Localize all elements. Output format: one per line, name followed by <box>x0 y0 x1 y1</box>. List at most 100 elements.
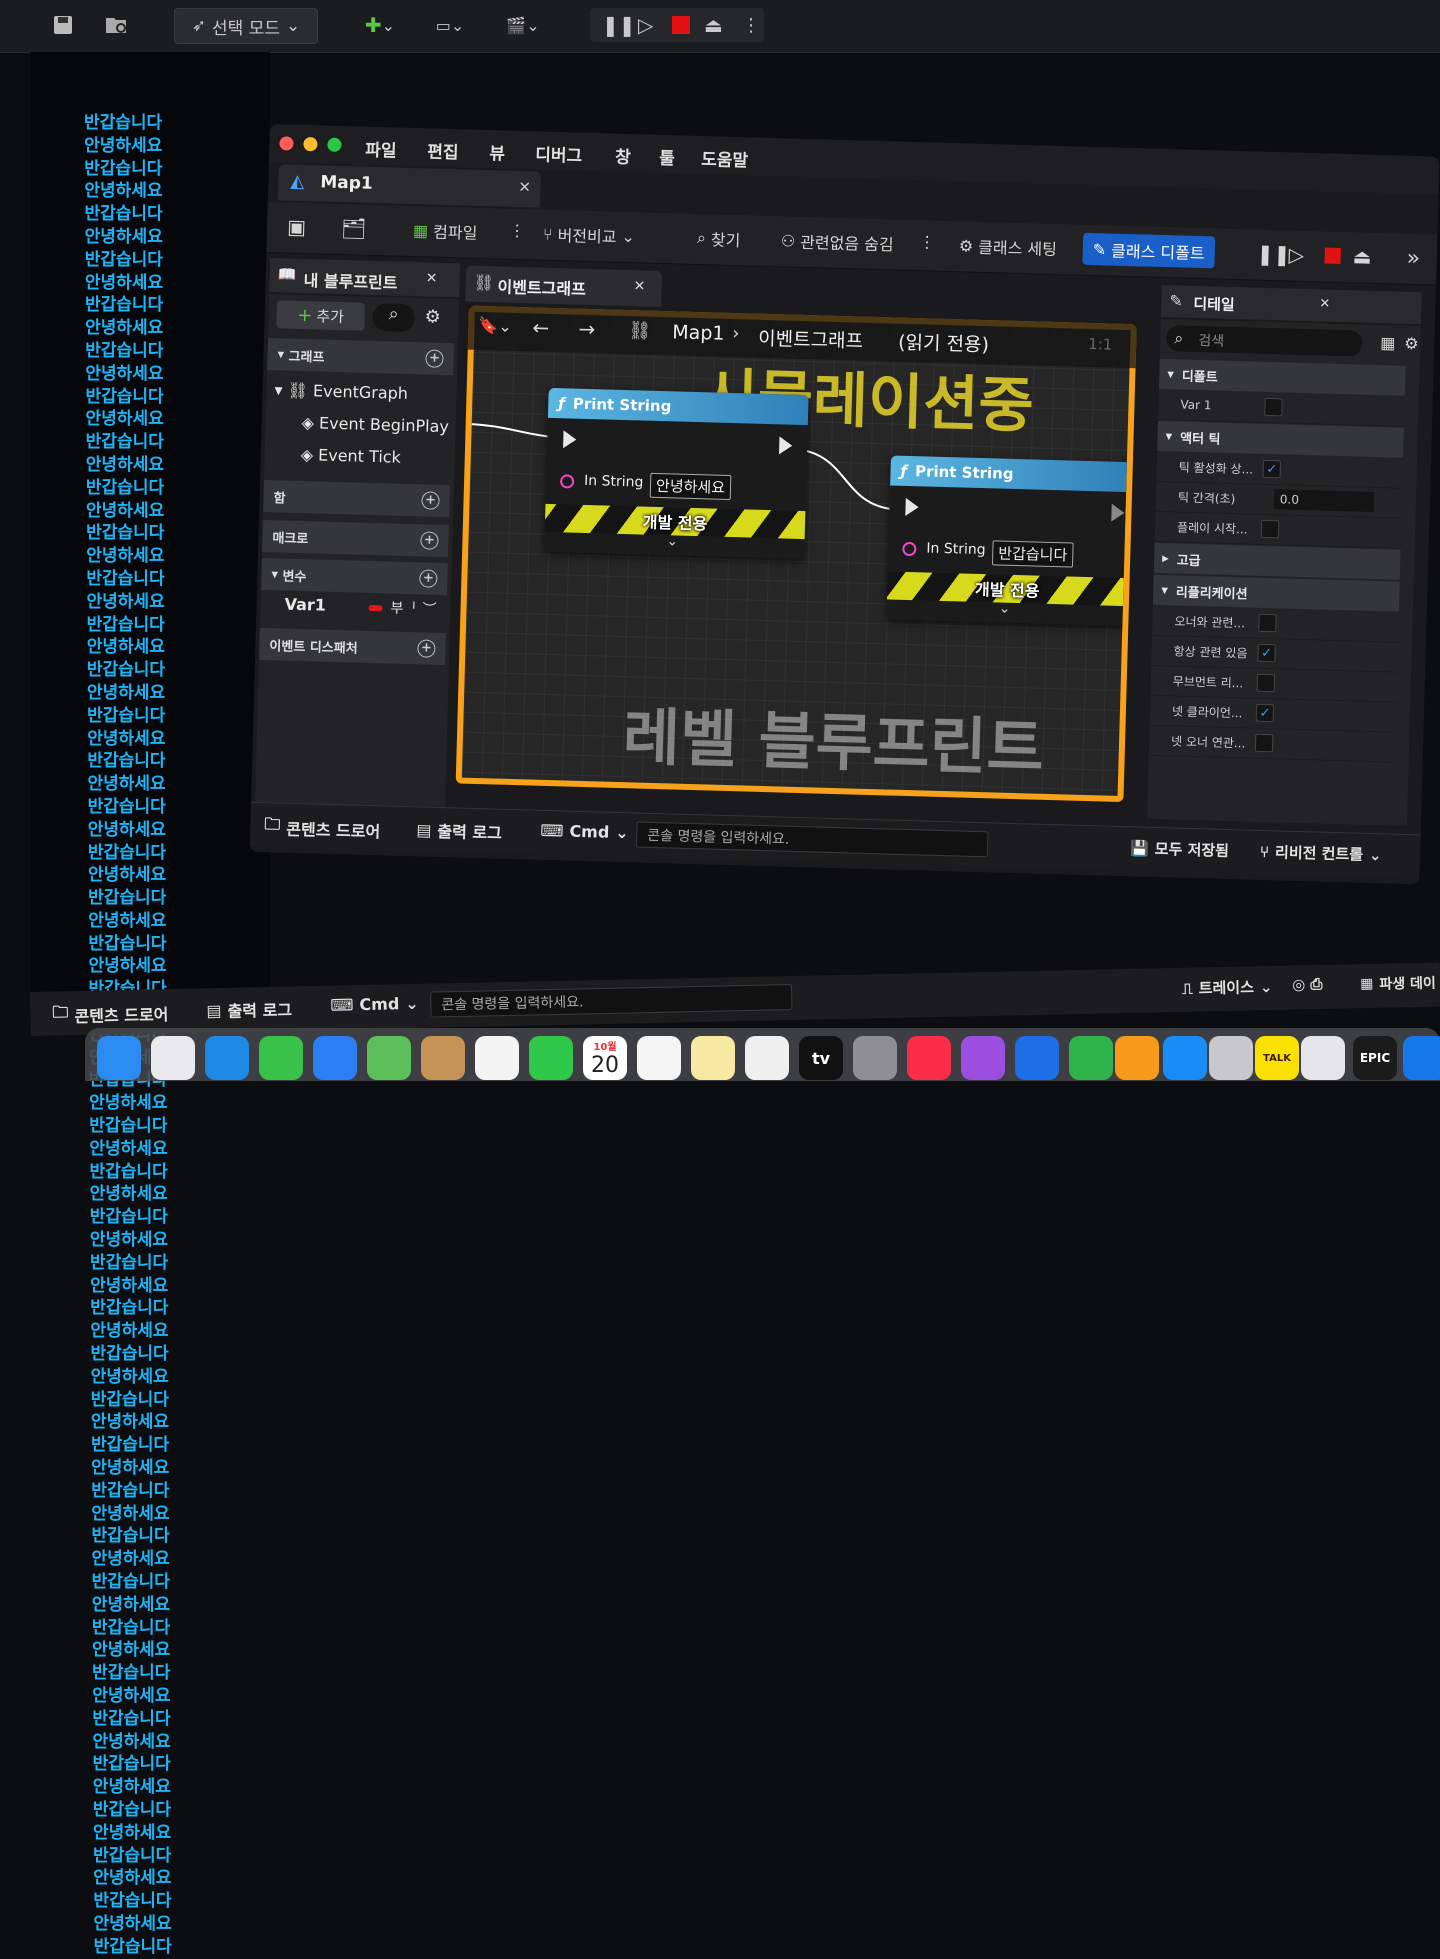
stop-icon[interactable] <box>1324 247 1341 264</box>
epic-games-icon[interactable]: EPIC <box>1353 1036 1397 1080</box>
class-defaults-button[interactable]: ✎ 클래스 디폴트 <box>1082 232 1216 269</box>
step-icon[interactable]: ▷ <box>638 13 653 37</box>
selection-mode-dropdown[interactable]: ➶ 선택 모드 ⌄ <box>174 8 318 44</box>
add-macro-icon[interactable]: + <box>420 531 439 550</box>
document-tab-map1[interactable]: ◭ Map1 ✕ <box>277 164 541 208</box>
net-client-checkbox-checked-icon[interactable]: ✓ <box>1255 703 1275 723</box>
folder-search-icon[interactable] <box>100 8 134 42</box>
save-icon[interactable] <box>46 8 80 42</box>
content-drawer-button[interactable]: 🗀 콘텐츠 드로어 <box>264 813 381 843</box>
print-string-node-1[interactable]: ƒ Print String In String 안녕하세요 개발 전용 ⌄ <box>544 387 809 560</box>
output-log-button[interactable]: ▤ 출력 로그 <box>416 817 502 843</box>
iphone-mirroring-icon[interactable] <box>1301 1036 1345 1080</box>
record-icon[interactable]: ◎ ⎙ <box>1292 975 1323 994</box>
add-variable-icon[interactable]: + <box>419 569 438 588</box>
section-variables[interactable]: ▾ 변수 + <box>260 557 448 596</box>
system-settings-icon[interactable] <box>853 1036 897 1080</box>
close-icon[interactable]: ✕ <box>518 178 531 196</box>
messages-icon[interactable] <box>259 1036 303 1080</box>
numbers-icon[interactable] <box>1069 1036 1113 1080</box>
launchpad-icon[interactable] <box>151 1036 195 1080</box>
close-icon[interactable]: ✕ <box>426 270 438 286</box>
facetime-icon[interactable] <box>529 1036 573 1080</box>
console-input[interactable]: 콘솔 명령을 입력하세요. <box>430 984 793 1018</box>
forward-arrow-icon[interactable]: → <box>578 317 595 341</box>
tree-eventgraph[interactable]: ▾ ⛓ EventGraph <box>274 380 408 403</box>
cmd-dropdown[interactable]: ⌨ Cmd ⌄ <box>330 994 419 1015</box>
play-start-checkbox[interactable] <box>1260 519 1280 539</box>
details-tab[interactable]: ✎ 디테일 ✕ <box>1160 284 1422 325</box>
content-drawer-button[interactable]: 🗀 콘텐츠 드로어 <box>52 999 168 1028</box>
class-settings-button[interactable]: ⚙ 클래스 세팅 <box>959 233 1058 260</box>
in-string-value[interactable]: 반갑습니다 <box>991 540 1074 568</box>
output-log-button[interactable]: ▤ 출력 로그 <box>206 997 292 1023</box>
net-owner-checkbox[interactable] <box>1254 733 1274 753</box>
blueprint-menu-icon[interactable]: ▭⌄ <box>425 8 475 42</box>
section-macros[interactable]: 매크로 + <box>262 519 449 558</box>
tree-event-beginplay[interactable]: ◈ Event BeginPlay <box>301 413 449 436</box>
gear-icon[interactable]: ⚙ <box>1404 334 1419 353</box>
section-graphs[interactable]: ▾ 그래프 + <box>267 338 454 376</box>
menu-tools[interactable]: 툴 <box>659 144 675 169</box>
movement-rep-checkbox[interactable] <box>1256 673 1276 693</box>
eye-closed-icon[interactable]: ︶ <box>422 598 437 618</box>
add-function-icon[interactable]: + <box>421 491 440 510</box>
var1-checkbox[interactable] <box>1264 397 1283 417</box>
add-dispatcher-icon[interactable]: + <box>417 639 436 658</box>
freeform-icon[interactable] <box>745 1036 789 1080</box>
add-button[interactable]: + 추가 <box>276 300 366 331</box>
finder-icon[interactable] <box>97 1036 141 1080</box>
exec-out-pin[interactable] <box>1111 503 1125 523</box>
save-icon[interactable]: ▣ <box>287 215 307 240</box>
menu-edit[interactable]: 편집 <box>427 137 459 163</box>
eject-icon[interactable]: ⏏ <box>704 13 723 37</box>
kakaotalk-icon[interactable]: TALK <box>1255 1036 1299 1080</box>
save-all-button[interactable]: 💾 모두 저장됨 <box>1130 837 1229 861</box>
podcasts-icon[interactable] <box>961 1036 1005 1080</box>
pause-icon[interactable]: ❚❚ <box>602 13 636 37</box>
graph-canvas[interactable]: 시뮬레이션중 레벨 블루프린트 ƒ Print String In String … <box>455 305 1137 803</box>
chevron-down-icon[interactable]: ⌄ <box>666 533 678 549</box>
tick-enabled-checkbox-checked-icon[interactable]: ✓ <box>1262 459 1282 479</box>
apple-tv-icon[interactable]: tv <box>799 1036 843 1080</box>
contacts-icon[interactable] <box>421 1036 465 1080</box>
stop-icon[interactable] <box>672 16 690 34</box>
section-functions[interactable]: 함 + <box>263 479 450 518</box>
calendar-icon[interactable]: 10월 20 <box>583 1036 627 1080</box>
hide-unrelated-button[interactable]: ⚇ 관련없음 숨김 <box>781 228 894 255</box>
chevron-down-icon[interactable]: ⌄ <box>999 601 1011 617</box>
table-view-icon[interactable]: ▦ <box>1380 333 1396 352</box>
compile-button[interactable]: ▦ 컴파일 <box>413 218 478 244</box>
xcode-icon[interactable] <box>1403 1036 1440 1080</box>
string-pin[interactable] <box>559 474 575 489</box>
section-advanced[interactable]: ▸ 고급 <box>1153 542 1401 580</box>
revision-control-button[interactable]: ⑂ 리비전 컨트롤 ⌄ <box>1260 841 1382 865</box>
exec-in-pin[interactable] <box>905 497 919 517</box>
exec-in-pin[interactable] <box>563 430 577 449</box>
always-relevant-checkbox-checked-icon[interactable]: ✓ <box>1257 643 1276 663</box>
music-icon[interactable] <box>907 1036 951 1080</box>
string-pin[interactable] <box>902 541 917 557</box>
maps-icon[interactable] <box>367 1036 411 1080</box>
diff-button[interactable]: ⑂ 버전비교 ⌄ <box>543 222 636 249</box>
close-icon[interactable]: ✕ <box>1319 296 1330 311</box>
derived-data-button[interactable]: ▦ 파생 데이 <box>1360 973 1436 995</box>
print-string-node-2[interactable]: ƒ Print String In String 반갑습니다 개발 전용 ⌄ <box>886 455 1131 627</box>
reminders-icon[interactable] <box>637 1036 681 1080</box>
mail-icon[interactable] <box>313 1036 357 1080</box>
search-icon[interactable]: ⌕ <box>372 302 416 333</box>
notes-icon[interactable] <box>691 1036 735 1080</box>
step-icon[interactable]: ▷ <box>1288 243 1304 267</box>
bookmark-icon[interactable]: 🔖⌄ <box>478 316 512 336</box>
back-arrow-icon[interactable]: ← <box>532 315 549 339</box>
section-dispatchers[interactable]: 이벤트 디스패처 + <box>259 627 446 666</box>
eject-icon[interactable]: ⏏ <box>1352 244 1372 269</box>
app-store-icon[interactable] <box>1163 1036 1207 1080</box>
close-window-icon[interactable] <box>279 136 294 151</box>
menu-view[interactable]: 뷰 <box>489 139 505 164</box>
close-icon[interactable]: ✕ <box>633 278 645 294</box>
cmd-dropdown[interactable]: ⌨ Cmd ⌄ <box>540 821 629 842</box>
menu-help[interactable]: 도움말 <box>701 145 749 171</box>
pause-icon[interactable]: ❚❚ <box>1256 242 1290 267</box>
minimize-window-icon[interactable] <box>303 136 318 152</box>
